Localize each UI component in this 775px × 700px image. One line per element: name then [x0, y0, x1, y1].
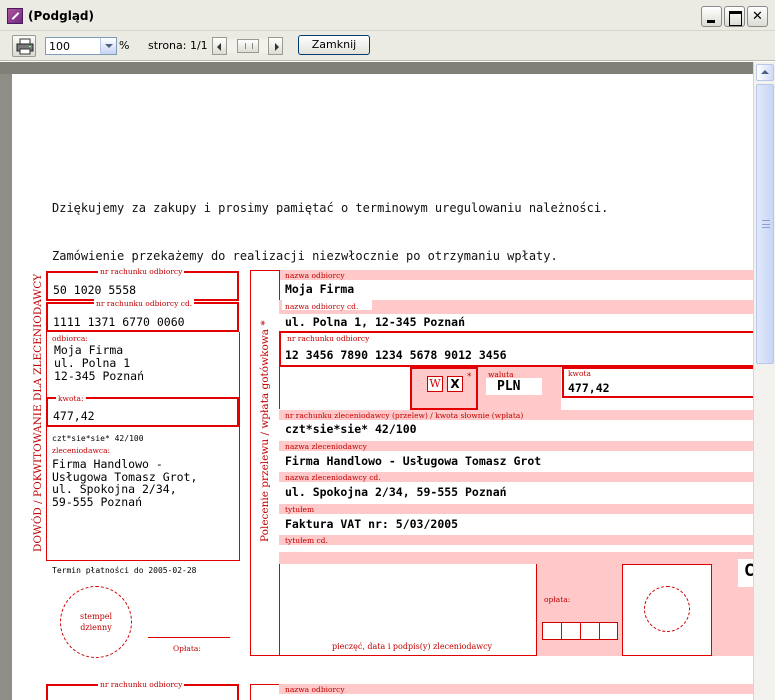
w-checkbox[interactable]: W	[427, 376, 443, 392]
wx-star: *	[467, 372, 472, 382]
scroll-grip-icon	[762, 220, 770, 228]
page-scrollbar[interactable]	[212, 37, 283, 55]
bank-stamp-circle	[644, 586, 690, 632]
form-side-text: Polecenie przelewu / wpłata gotówkowa *	[259, 320, 271, 542]
signature-label: pieczęć, data i podpis(y) zleceniodawcy	[332, 642, 493, 651]
signature-frame-right	[536, 564, 537, 656]
zoom-select[interactable]: 100	[45, 37, 117, 55]
amount-label: kwota	[568, 369, 591, 378]
fee-cell-divider	[580, 623, 581, 639]
scroll-up-arrow-icon[interactable]	[756, 64, 774, 81]
recipient-name-frame	[279, 270, 280, 300]
next-form-frame-left	[250, 684, 251, 700]
window-title: (Podgląd)	[28, 9, 94, 23]
currency-value: PLN	[497, 379, 521, 394]
close-window-button[interactable]: ✕	[747, 6, 768, 27]
minimize-button[interactable]	[701, 6, 722, 27]
print-button[interactable]	[12, 35, 36, 57]
title-cd-label: tytułem cd.	[285, 536, 328, 545]
signature-frame-left	[279, 564, 280, 656]
payer-account-value: czt*sie*sie* 42/100	[285, 422, 417, 436]
title-cd-bar	[279, 535, 753, 545]
percent-label: %	[119, 39, 130, 52]
recipient-name-cd-label: nazwa odbiorcy cd.	[285, 302, 359, 311]
viewport-top-edge	[0, 62, 775, 74]
payer-name-cd-label: nazwa zleceniodawcy cd.	[285, 473, 381, 482]
zoom-value: 100	[49, 40, 70, 53]
fee-pink-area	[536, 564, 622, 656]
chevron-down-icon[interactable]	[100, 38, 116, 54]
title-bar: (Podgląd) ✕	[0, 0, 775, 31]
previous-page-arrow-icon[interactable]	[212, 37, 227, 55]
amount-value: 477,42	[568, 381, 610, 395]
x-checkbox[interactable]: X	[447, 376, 463, 392]
page-indicator: strona: 1/1	[148, 39, 208, 52]
next-recipient-bar	[279, 684, 753, 694]
transfer-form: Polecenie przelewu / wpłata gotówkowa * …	[12, 74, 753, 700]
title-value: Faktura VAT nr: 5/03/2005	[285, 517, 459, 531]
app-icon	[7, 8, 23, 24]
recipient-name-bar	[279, 270, 753, 280]
page-scroll-track[interactable]	[227, 39, 268, 53]
page-paper: Dziękujemy za zakupy i prosimy pamiętać …	[12, 74, 753, 700]
next-stub-account-label: nr rachunku odbiorcy	[98, 680, 185, 689]
amount-row-frame	[279, 367, 280, 409]
next-page-arrow-icon[interactable]	[268, 37, 283, 55]
payer-name-cd-value: ul. Spokojna 2/34, 59-555 Poznań	[285, 485, 507, 499]
close-button[interactable]: Zamknij	[298, 35, 370, 55]
next-copy: nr rachunku odbiorcy nazwa odbiorcy	[12, 674, 753, 700]
maximize-button[interactable]	[724, 6, 745, 27]
payer-name-label: nazwa zleceniodawcy	[285, 442, 367, 451]
printer-icon	[16, 38, 34, 55]
payer-name-value: Firma Handlowo - Usługowa Tomasz Grot	[285, 454, 542, 468]
form-frame-left	[250, 270, 251, 656]
fee-label: opłata:	[544, 595, 571, 604]
recipient-name-cd-value: ul. Polna 1, 12-345 Poznań	[285, 315, 466, 329]
payer-account-label: nr rachunku zleceniodawcy (przelew) / kw…	[285, 411, 524, 420]
bottom-pink-band	[279, 552, 753, 564]
next-recipient-label: nazwa odbiorcy	[285, 685, 345, 694]
title-bar-pink	[279, 504, 753, 514]
recipient-account-value: 12 3456 7890 1234 5678 9012 3456	[285, 348, 507, 362]
recipient-name-label: nazwa odbiorcy	[285, 271, 345, 280]
vertical-scrollbar[interactable]	[753, 62, 775, 700]
document-viewport[interactable]: Dziękujemy za zakupy i prosimy pamiętać …	[0, 62, 775, 700]
recipient-account-label: nr rachunku odbiorcy	[285, 334, 372, 343]
fee-cell-divider	[561, 623, 562, 639]
fee-cells	[542, 622, 618, 640]
corner-char: C	[744, 561, 753, 581]
recipient-name-value: Moja Firma	[285, 282, 355, 296]
vertical-scroll-thumb[interactable]	[756, 84, 774, 364]
page-scroll-thumb[interactable]	[237, 39, 259, 53]
fee-cell-divider	[599, 623, 600, 639]
toolbar: 100 % strona: 1/1 Zamknij	[0, 31, 775, 61]
title-label: tytułem	[285, 505, 315, 514]
